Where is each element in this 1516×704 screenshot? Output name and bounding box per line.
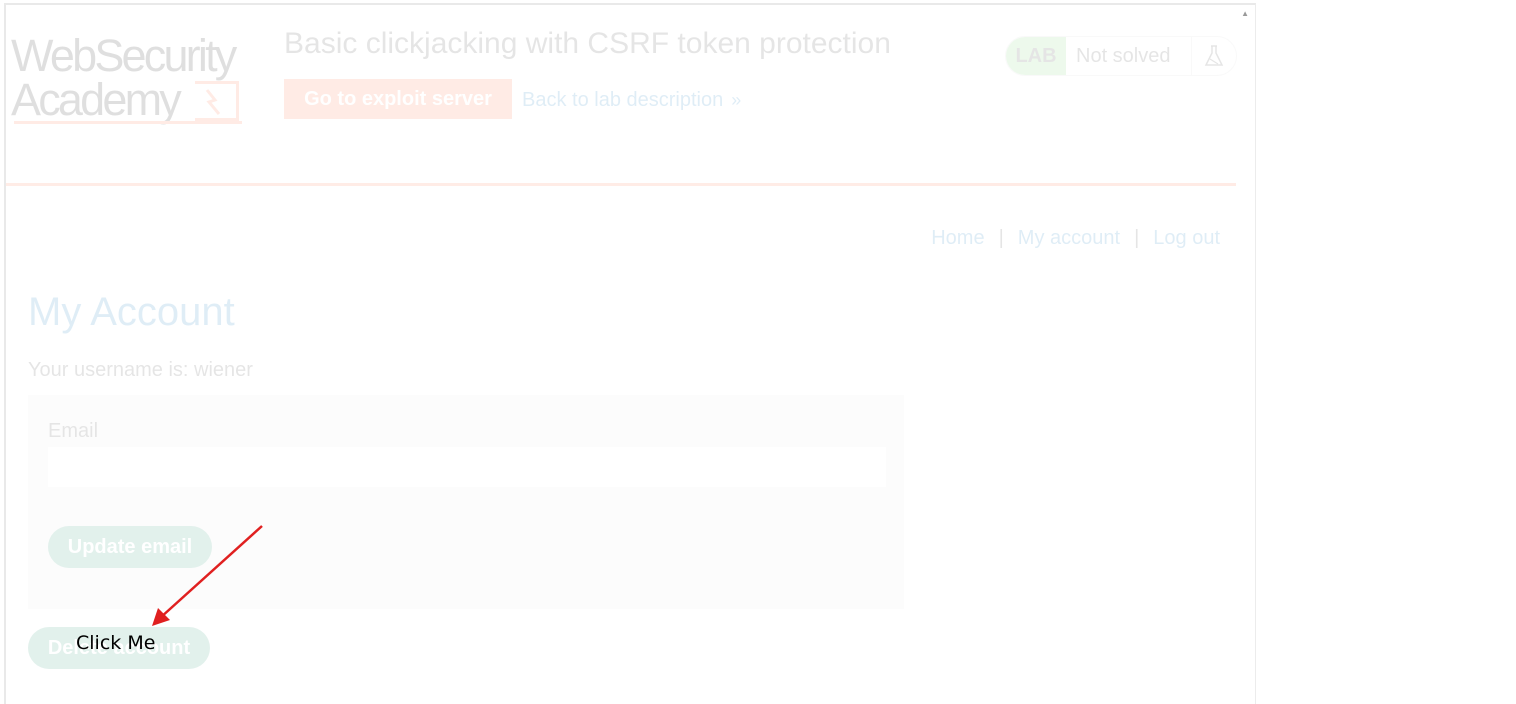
web-security-academy-logo[interactable]: WebSecurity Academy [11, 33, 261, 128]
nav-home-link[interactable]: Home [931, 227, 984, 250]
decoy-click-me-text: Click Me [76, 632, 156, 654]
logo-underline [14, 121, 242, 124]
logo-line-2: Academy [11, 74, 182, 125]
red-arrow-annotation [152, 525, 263, 626]
username-text: Your username is: wiener [28, 359, 253, 381]
go-to-exploit-server-button[interactable]: Go to exploit server [284, 79, 512, 119]
nav-separator: | [1134, 227, 1140, 249]
back-to-lab-description-link[interactable]: Back to lab description » [522, 89, 741, 112]
page-title: My Account [28, 290, 235, 334]
email-label: Email [48, 420, 99, 442]
lab-badge: LAB [1006, 37, 1066, 75]
header-divider [6, 183, 1236, 186]
lab-status-text: Not solved [1076, 44, 1171, 67]
account-nav: Home | My account | Log out [931, 227, 1220, 250]
flask-icon [1191, 37, 1236, 75]
double-chevron-right-icon: » [731, 90, 742, 110]
lab-title: Basic clickjacking with CSRF token prote… [284, 27, 891, 60]
nav-my-account-link[interactable]: My account [1018, 227, 1120, 250]
email-input[interactable] [48, 447, 886, 487]
lightning-bolt-icon [195, 81, 239, 121]
nav-logout-link[interactable]: Log out [1153, 227, 1220, 250]
logo-line-1: WebSecurity [11, 30, 237, 81]
back-link-label: Back to lab description [522, 89, 724, 111]
lab-status-widget: LAB Not solved [1005, 36, 1237, 76]
nav-separator: | [998, 227, 1004, 249]
scroll-up-icon[interactable]: ▲ [1241, 9, 1249, 18]
